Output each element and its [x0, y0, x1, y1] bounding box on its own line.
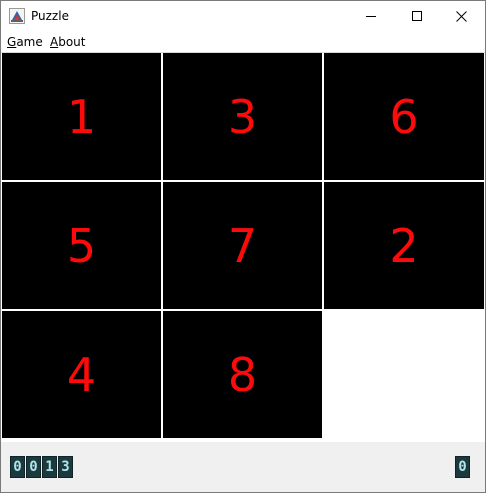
tile-number: 5: [66, 218, 97, 273]
tile-8[interactable]: 8: [163, 311, 322, 438]
minimize-icon: [365, 16, 376, 17]
counter-digit: 3: [58, 456, 73, 478]
window-title: Puzzle: [31, 9, 69, 23]
puzzle-board: 1 3 6 5 7 2 4 8: [2, 53, 484, 442]
counter-digit: 0: [10, 456, 25, 478]
maximize-icon: [411, 11, 422, 21]
minimize-button[interactable]: [348, 1, 393, 31]
empty-slot[interactable]: [324, 311, 484, 438]
tile-4[interactable]: 4: [2, 311, 161, 438]
tile-number: 6: [389, 89, 419, 144]
counter-digit: 1: [42, 456, 57, 478]
java-app-icon: [9, 8, 25, 24]
tile-2[interactable]: 2: [324, 182, 484, 309]
puzzle-window: Puzzle Game About 1 3 6 5 7 2 4 8 0 0 1 …: [0, 0, 486, 493]
status-bar: 0 0 1 3 0: [1, 442, 485, 492]
menu-about-rest: bout: [58, 35, 86, 49]
tile-number: 1: [66, 89, 97, 144]
counter-digit: 0: [455, 456, 470, 478]
tile-number: 8: [227, 347, 258, 402]
menu-bar: Game About: [1, 32, 485, 53]
menu-about-mnemonic: A: [50, 35, 59, 49]
tile-number: 7: [227, 218, 258, 273]
counter-digit: 0: [26, 456, 41, 478]
tile-number: 3: [227, 89, 258, 144]
tile-1[interactable]: 1: [2, 53, 161, 180]
maximize-button[interactable]: [394, 1, 439, 31]
tile-7[interactable]: 7: [163, 182, 322, 309]
close-button[interactable]: [439, 1, 484, 31]
menu-game-mnemonic: G: [7, 35, 17, 49]
secondary-counter: 0: [455, 456, 470, 478]
tile-3[interactable]: 3: [163, 53, 322, 180]
menu-game-rest: ame: [16, 35, 43, 49]
title-bar[interactable]: Puzzle: [1, 1, 485, 32]
move-counter: 0 0 1 3: [10, 456, 73, 478]
tile-5[interactable]: 5: [2, 182, 161, 309]
tile-6[interactable]: 6: [324, 53, 484, 180]
menu-game[interactable]: Game: [7, 35, 43, 49]
close-icon: [456, 10, 467, 22]
tile-number: 2: [389, 218, 419, 273]
tile-number: 4: [66, 347, 97, 402]
menu-about[interactable]: About: [50, 35, 86, 49]
